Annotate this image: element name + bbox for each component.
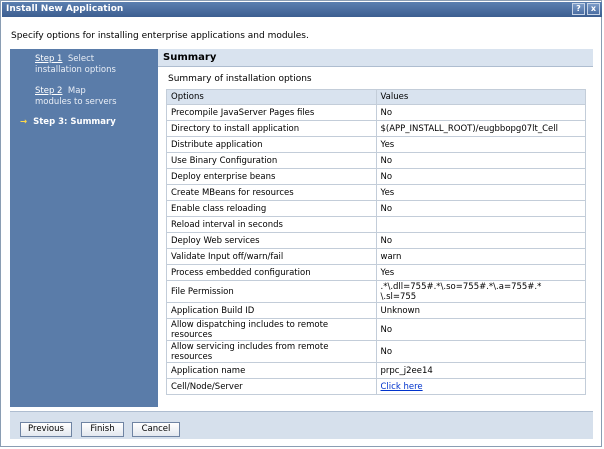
value-cell: No (375, 200, 586, 217)
wizard-step-2[interactable]: Step 2 Map modules to servers (35, 86, 117, 108)
table-header-row: Options Values (166, 89, 586, 105)
step-1-text: Select (67, 54, 95, 64)
value-cell: No (375, 104, 586, 121)
option-cell: File Permission (166, 280, 377, 303)
option-cell: Create MBeans for resources (166, 184, 377, 201)
help-icon[interactable]: ? (572, 3, 585, 15)
value-cell: No (375, 340, 586, 363)
summary-options-table: Options Values Precompile JavaServer Pag… (166, 89, 586, 395)
option-cell: Distribute application (166, 136, 377, 153)
table-row: Process embedded configuration Yes (166, 264, 586, 281)
column-header-options: Options (166, 89, 377, 105)
column-header-values: Values (375, 89, 586, 105)
value-cell (375, 216, 586, 233)
table-row: File Permission .*\.dll=755#.*\.so=755#.… (166, 280, 586, 303)
wizard-steps-panel: Step 1 Select installation options Step … (10, 49, 158, 407)
table-row: Cell/Node/Server Click here (166, 378, 586, 395)
cancel-button[interactable]: Cancel (132, 422, 180, 437)
click-here-link[interactable]: Click here (375, 378, 586, 395)
value-cell: .*\.dll=755#.*\.so=755#.*\.a=755#.* \.sl=… (375, 280, 586, 303)
value-cell: Yes (375, 136, 586, 153)
value-line-1: .*\.dll=755#.*\.so=755#.*\.a=755#.* (380, 281, 542, 292)
table-row: Application name prpc_j2ee14 (166, 362, 586, 379)
option-cell: Process embedded configuration (166, 264, 377, 281)
summary-header: Summary (158, 49, 593, 67)
button-bar: Previous Finish Cancel (10, 411, 593, 439)
summary-caption: Summary of installation options (168, 74, 312, 84)
finish-button[interactable]: Finish (81, 422, 124, 437)
option-line-2: resources (171, 329, 213, 340)
option-cell: Application name (166, 362, 377, 379)
step-1-link[interactable]: Step 1 (35, 54, 62, 64)
option-cell: Use Binary Configuration (166, 152, 377, 169)
table-row: Application Build ID Unknown (166, 302, 586, 319)
value-cell: warn (375, 248, 586, 265)
table-row: Distribute application Yes (166, 136, 586, 153)
option-line-2: resources (171, 351, 213, 362)
wizard-step-3-current: → Step 3: Summary (20, 117, 116, 128)
table-row: Allow servicing includes from remote reso… (166, 340, 586, 363)
option-cell: Reload interval in seconds (166, 216, 377, 233)
table-row: Use Binary Configuration No (166, 152, 586, 169)
option-cell: Deploy Web services (166, 232, 377, 249)
value-cell: $(APP_INSTALL_ROOT)/eugbbopg07lt_Cell (375, 120, 586, 137)
value-cell: No (375, 232, 586, 249)
value-cell: Unknown (375, 302, 586, 319)
option-cell: Cell/Node/Server (166, 378, 377, 395)
current-step-arrow-icon: → (20, 117, 28, 127)
step-2-text-2: modules to servers (35, 97, 117, 107)
instructions-text: Specify options for installing enterpris… (11, 31, 309, 41)
table-row: Deploy Web services No (166, 232, 586, 249)
step-3-label: Step 3: Summary (33, 117, 116, 127)
option-cell: Allow servicing includes from remote reso… (166, 340, 377, 363)
option-cell: Enable class reloading (166, 200, 377, 217)
summary-panel: Summary Summary of installation options … (158, 49, 593, 407)
window-titlebar: Install New Application ? x (2, 2, 602, 17)
value-cell: No (375, 168, 586, 185)
table-row: Validate Input off/warn/fail warn (166, 248, 586, 265)
value-line-2: \.sl=755 (380, 291, 417, 302)
value-cell: No (375, 318, 586, 341)
window-title: Install New Application (6, 4, 124, 14)
table-row: Enable class reloading No (166, 200, 586, 217)
option-line-1: Allow servicing includes from remote (171, 341, 329, 352)
previous-button[interactable]: Previous (20, 422, 72, 437)
table-row: Allow dispatching includes to remote reso… (166, 318, 586, 341)
option-line-1: Allow dispatching includes to remote (171, 319, 329, 330)
option-cell: Deploy enterprise beans (166, 168, 377, 185)
step-1-text-2: installation options (35, 65, 116, 75)
value-cell: prpc_j2ee14 (375, 362, 586, 379)
option-cell: Allow dispatching includes to remote reso… (166, 318, 377, 341)
option-cell: Precompile JavaServer Pages files (166, 104, 377, 121)
table-row: Directory to install application $(APP_IN… (166, 120, 586, 137)
table-row: Create MBeans for resources Yes (166, 184, 586, 201)
step-2-text: Map (67, 86, 86, 96)
wizard-step-1[interactable]: Step 1 Select installation options (35, 54, 116, 76)
install-dialog: Install New Application ? x Specify opti… (0, 0, 602, 447)
option-cell: Validate Input off/warn/fail (166, 248, 377, 265)
step-2-link[interactable]: Step 2 (35, 86, 62, 96)
table-row: Precompile JavaServer Pages files No (166, 104, 586, 121)
table-row: Reload interval in seconds (166, 216, 586, 233)
value-cell: Yes (375, 264, 586, 281)
value-cell: Yes (375, 184, 586, 201)
option-cell: Application Build ID (166, 302, 377, 319)
close-icon[interactable]: x (587, 3, 600, 15)
table-row: Deploy enterprise beans No (166, 168, 586, 185)
value-cell: No (375, 152, 586, 169)
option-cell: Directory to install application (166, 120, 377, 137)
